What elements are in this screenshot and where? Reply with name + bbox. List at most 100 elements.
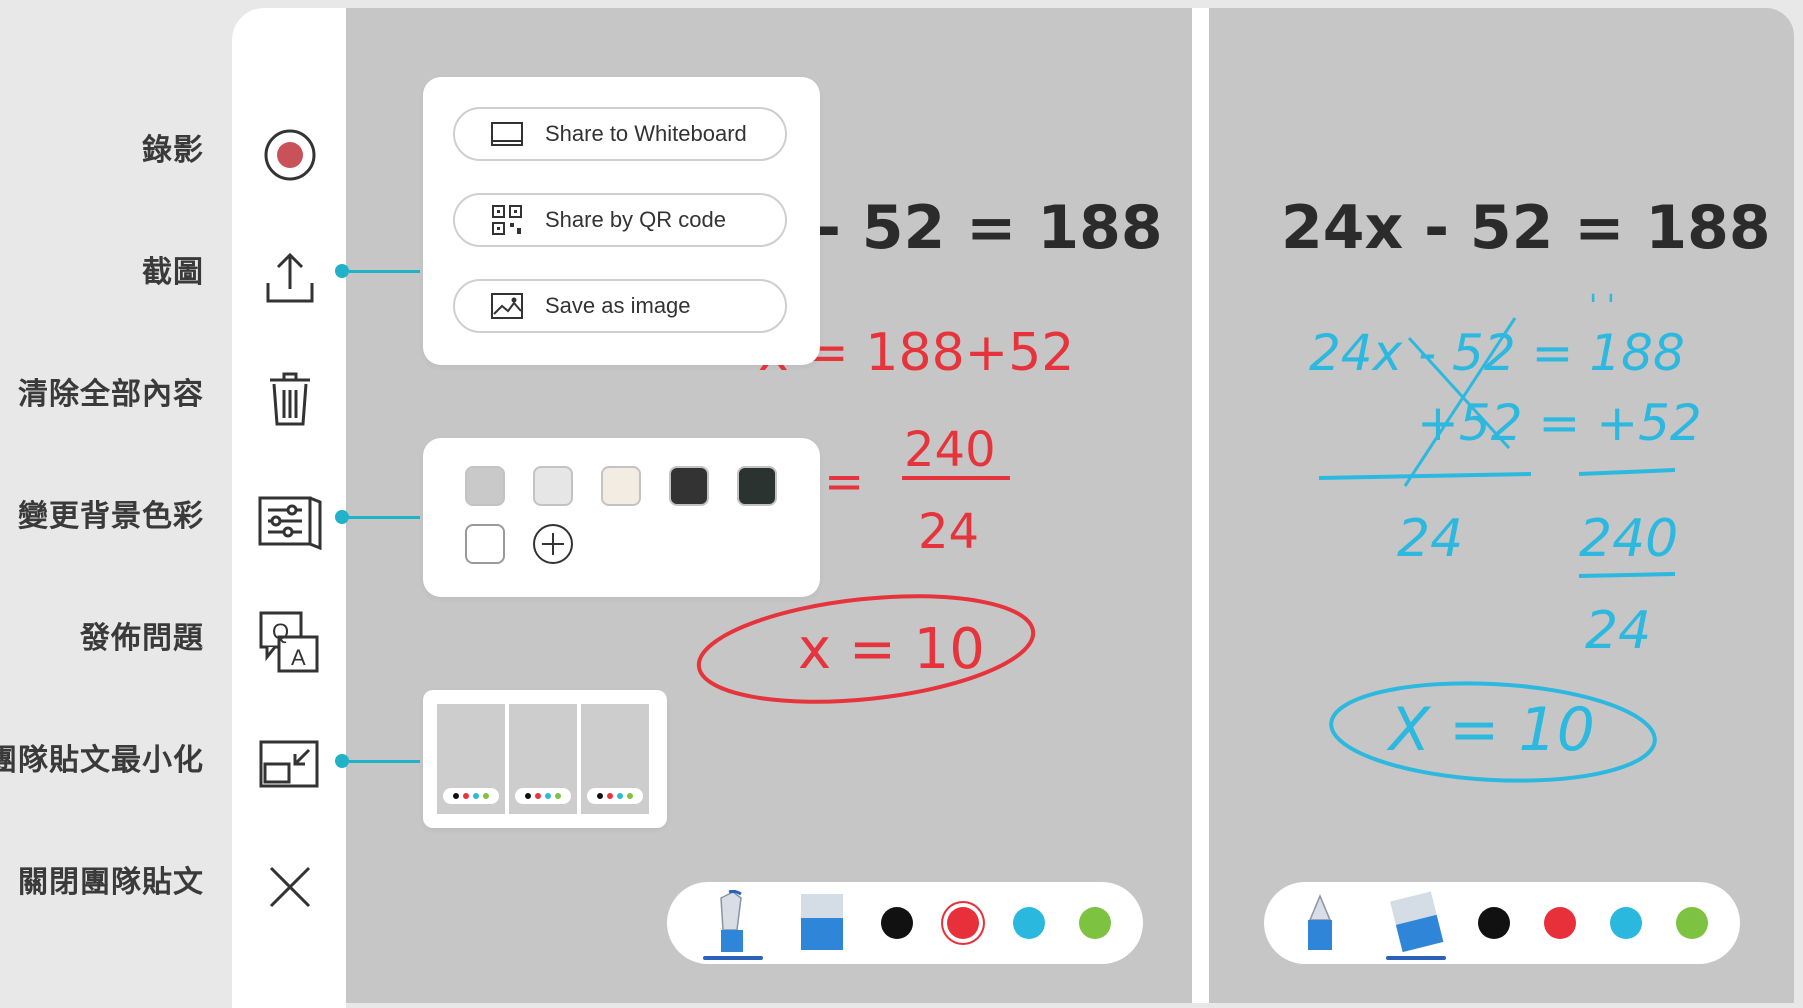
screenshot-share-button[interactable] (254, 241, 326, 313)
pen-toolbar-right (1264, 882, 1740, 964)
post-question-button[interactable]: Q A (254, 607, 326, 679)
record-button[interactable] (254, 119, 326, 191)
mini-color-pill (515, 788, 571, 804)
eraser-tool-right-selected-indicator (1386, 956, 1446, 960)
label-record: 錄影 (142, 133, 204, 168)
connector-background (342, 516, 420, 519)
pen-tool-left[interactable] (701, 889, 765, 960)
right-den-left: 24 (1397, 509, 1463, 569)
mini-color-dot (525, 793, 531, 799)
pen-color-swatch[interactable] (1610, 907, 1642, 939)
swatch-dark-green[interactable] (737, 466, 777, 506)
record-icon (264, 129, 316, 181)
panel-divider (1192, 8, 1209, 1003)
eraser-tool-right[interactable] (1384, 890, 1448, 960)
right-underline-right (1578, 468, 1676, 476)
mini-color-dot (597, 793, 603, 799)
label-screenshot: 截圖 (142, 255, 204, 290)
share-by-qr-button[interactable]: Share by QR code (453, 193, 787, 247)
swatch-dark-gray[interactable] (669, 466, 709, 506)
right-ticks: ' ' (1589, 289, 1615, 324)
fountain-pen-icon (1308, 894, 1332, 950)
label-minimize: 團隊貼文最小化 (0, 743, 204, 778)
whiteboard-icon (491, 122, 523, 146)
pen-color-swatch[interactable] (947, 907, 979, 939)
label-change-background: 變更背景色彩 (18, 499, 204, 534)
layout-card[interactable] (509, 704, 577, 814)
mini-color-dot (453, 793, 459, 799)
upload-icon (266, 252, 314, 303)
fountain-pen-icon (720, 889, 743, 952)
qa-icon-q: Q (272, 619, 289, 644)
right-den-right: 24 (1585, 601, 1651, 661)
eraser-icon (1390, 891, 1444, 953)
right-fraction-bar (1578, 572, 1676, 578)
image-icon (491, 293, 523, 319)
eraser-tool-left[interactable] (789, 890, 853, 956)
pen-color-swatch[interactable] (1478, 907, 1510, 939)
mini-color-dot (545, 793, 551, 799)
qa-icon-a: A (291, 645, 306, 670)
side-toolbar: Q A (232, 8, 346, 1008)
label-close: 關閉團隊貼文 (18, 865, 204, 900)
share-by-qr-label: Share by QR code (545, 207, 726, 232)
swatch-light-gray[interactable] (465, 466, 505, 506)
mini-color-dot (617, 793, 623, 799)
add-color-button[interactable] (531, 522, 575, 570)
mini-color-dot (463, 793, 469, 799)
mini-color-pill (587, 788, 643, 804)
plus-circle-icon (533, 524, 573, 564)
right-eq-step1: 24x - 52 = 188 (1309, 324, 1685, 382)
pen-color-swatch[interactable] (881, 907, 913, 939)
connector-minimize (342, 760, 420, 763)
connector-share (342, 270, 420, 273)
left-eq-line3-equals: = (824, 454, 864, 510)
pen-color-swatch[interactable] (1013, 907, 1045, 939)
qr-code-icon (492, 205, 522, 235)
share-menu-popup: Share to Whiteboard Share by QR code Sav… (423, 77, 820, 365)
minimize-icon (259, 740, 319, 788)
layout-preview-popup[interactable] (423, 690, 667, 828)
swatch-white[interactable] (465, 524, 505, 564)
left-eq-denominator: 24 (918, 504, 979, 560)
mini-color-pill (443, 788, 499, 804)
mini-color-dot (483, 793, 489, 799)
pen-color-swatch[interactable] (1079, 907, 1111, 939)
pen-color-swatch[interactable] (1544, 907, 1576, 939)
whiteboard-right[interactable]: 24x - 52 = 188 ' ' 24x - 52 = 188 +52 = … (1209, 8, 1794, 1003)
minimize-button[interactable] (254, 729, 326, 801)
trash-icon (270, 372, 310, 426)
settings-sliders-icon (258, 496, 322, 550)
mini-color-dot (473, 793, 479, 799)
right-answer: X = 10 (1386, 695, 1595, 765)
label-clear-all: 清除全部內容 (18, 377, 204, 412)
close-icon (269, 866, 311, 908)
close-button[interactable] (254, 851, 326, 923)
right-handwriting: 24x - 52 = 188 ' ' 24x - 52 = 188 +52 = … (1281, 193, 1771, 783)
pen-color-swatch[interactable] (1676, 907, 1708, 939)
clear-all-button[interactable] (254, 363, 326, 435)
swatch-lighter-gray[interactable] (533, 466, 573, 506)
label-post-question: 發佈問題 (80, 621, 204, 656)
pen-tool-right[interactable] (1288, 890, 1352, 956)
mini-color-dot (607, 793, 613, 799)
mini-color-dot (535, 793, 541, 799)
connector-dot-share (335, 264, 349, 278)
layout-card[interactable] (581, 704, 649, 814)
save-as-image-label: Save as image (545, 293, 691, 318)
right-eq-line1: 24x - 52 = 188 (1281, 193, 1771, 263)
connector-dot-background (335, 510, 349, 524)
background-color-button[interactable] (254, 485, 326, 557)
swatch-cream[interactable] (601, 466, 641, 506)
share-to-whiteboard-button[interactable]: Share to Whiteboard (453, 107, 787, 161)
mini-color-dot (555, 793, 561, 799)
left-eq-numerator: 240 (904, 422, 996, 478)
save-as-image-button[interactable]: Save as image (453, 279, 787, 333)
right-underline-left (1318, 472, 1532, 480)
qa-icon: Q A (259, 611, 319, 673)
connector-dot-minimize (335, 754, 349, 768)
background-color-popup (423, 438, 820, 597)
layout-card[interactable] (437, 704, 505, 814)
pen-tool-left-selected-indicator (703, 956, 763, 960)
sidebar-labels: 錄影 截圖 清除全部內容 變更背景色彩 發佈問題 團隊貼文最小化 關閉團隊貼文 (0, 0, 210, 1003)
